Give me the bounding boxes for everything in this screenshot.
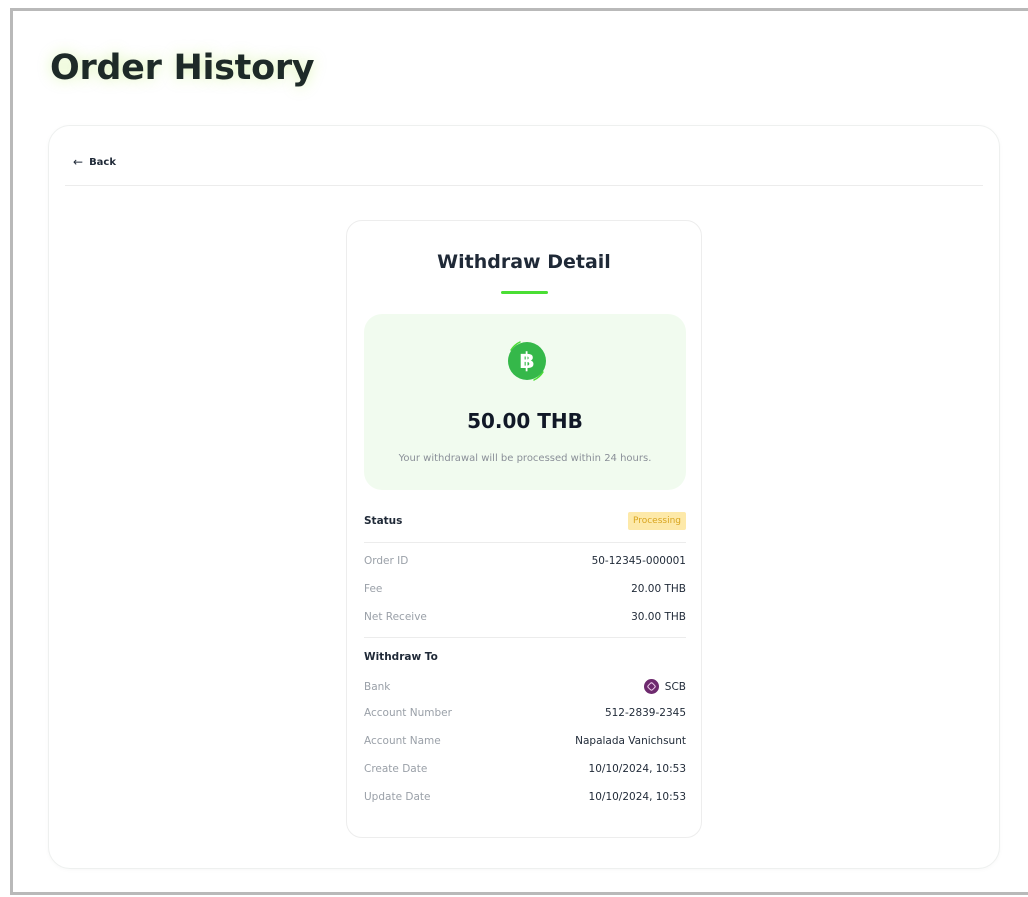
update-date-value: 10/10/2024, 10:53 xyxy=(588,791,686,803)
update-date-label: Update Date xyxy=(364,791,431,803)
withdraw-detail-title: Withdraw Detail xyxy=(437,251,611,273)
account-name-row: Account Name Napalada Vanichsunt xyxy=(364,735,686,747)
app-frame: Order History ← Back Withdraw Detail ฿ 5… xyxy=(10,8,1028,895)
baht-coin-icon: ฿ xyxy=(502,336,552,386)
withdraw-to-divider xyxy=(364,637,686,638)
update-date-row: Update Date 10/10/2024, 10:53 xyxy=(364,791,686,803)
net-receive-label: Net Receive xyxy=(364,611,427,623)
order-id-label: Order ID xyxy=(364,555,409,567)
create-date-value: 10/10/2024, 10:53 xyxy=(588,763,686,775)
fee-value: 20.00 THB xyxy=(631,583,686,595)
bank-label: Bank xyxy=(364,680,391,693)
coin-glyph: ฿ xyxy=(508,342,546,380)
bank-name: SCB xyxy=(664,680,686,693)
back-label: Back xyxy=(89,156,117,168)
withdraw-to-header: Withdraw To xyxy=(364,651,686,663)
order-id-value: 50-12345-000001 xyxy=(591,555,686,567)
account-number-label: Account Number xyxy=(364,707,452,719)
fee-label: Fee xyxy=(364,583,383,595)
create-date-row: Create Date 10/10/2024, 10:53 xyxy=(364,763,686,775)
account-name-label: Account Name xyxy=(364,735,441,747)
status-divider xyxy=(364,542,686,543)
header-divider xyxy=(65,185,983,186)
withdraw-amount: 50.00 THB xyxy=(467,409,583,433)
processing-note: Your withdrawal will be processed within… xyxy=(398,453,652,464)
status-label: Status xyxy=(364,515,403,527)
account-number-row: Account Number 512-2839-2345 xyxy=(364,707,686,719)
withdraw-detail-card: Withdraw Detail ฿ 50.00 THB Your withdra… xyxy=(346,220,702,838)
back-button[interactable]: ← Back xyxy=(73,156,116,168)
page-title: Order History xyxy=(50,48,315,88)
bank-value: SCB xyxy=(643,679,686,694)
bank-row: Bank SCB xyxy=(364,679,686,694)
create-date-label: Create Date xyxy=(364,763,428,775)
status-row: Status Processing xyxy=(364,512,686,530)
net-receive-row: Net Receive 30.00 THB xyxy=(364,611,686,623)
status-badge: Processing xyxy=(627,512,686,530)
arrow-left-icon: ← xyxy=(73,155,84,169)
withdraw-to-label: Withdraw To xyxy=(364,651,438,663)
title-underline xyxy=(501,291,548,294)
net-receive-value: 30.00 THB xyxy=(631,611,686,623)
fee-row: Fee 20.00 THB xyxy=(364,583,686,595)
account-number-value: 512-2839-2345 xyxy=(604,707,686,719)
amount-summary: ฿ 50.00 THB Your withdrawal will be proc… xyxy=(364,314,686,490)
scb-bank-logo-icon xyxy=(643,679,659,694)
order-history-card: ← Back Withdraw Detail ฿ 50.00 THB Your … xyxy=(48,125,1000,869)
account-name-value: Napalada Vanichsunt xyxy=(575,735,686,747)
order-id-row: Order ID 50-12345-000001 xyxy=(364,555,686,567)
